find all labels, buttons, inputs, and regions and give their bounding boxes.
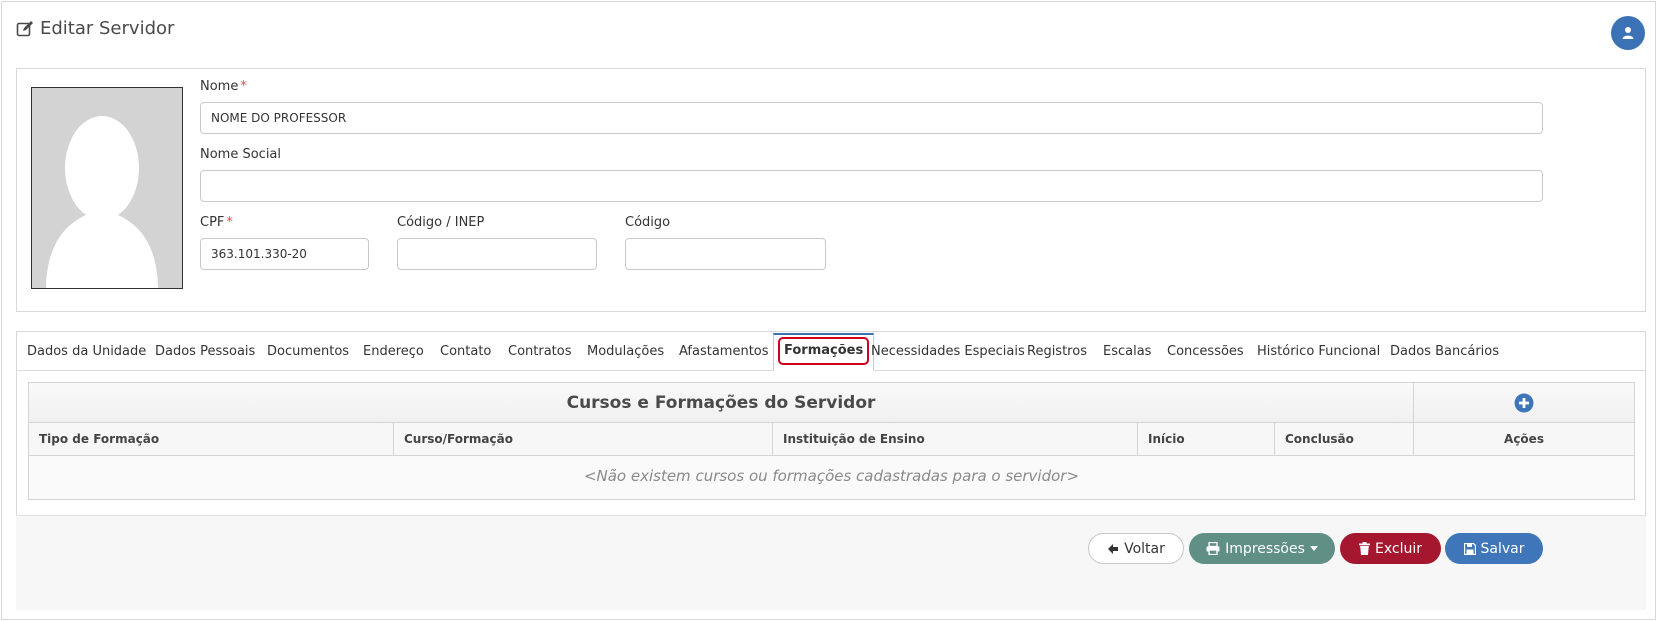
salvar-button-label: Salvar [1480, 540, 1525, 557]
servidor-photo[interactable] [31, 87, 183, 289]
arrow-left-icon [1108, 543, 1119, 554]
tab-dados-bancarios[interactable]: Dados Bancários [1390, 332, 1499, 371]
tab-formacoes-label: Formações [778, 337, 870, 365]
tab-contato[interactable]: Contato [440, 332, 491, 371]
cpf-input[interactable] [200, 238, 369, 270]
user-menu-button[interactable] [1611, 16, 1645, 50]
tab-necessidades-especiais[interactable]: Necessidades Especiais [871, 332, 1025, 371]
tab-panel: Dados da Unidade Dados Pessoais Document… [16, 331, 1646, 524]
column-header-curso: Curso/Formação [394, 423, 773, 456]
tab-formacoes[interactable]: Formações [773, 333, 875, 371]
codigo-label: Código [625, 215, 671, 230]
column-header-tipo: Tipo de Formação [29, 423, 394, 456]
print-icon [1206, 542, 1220, 555]
table-title: Cursos e Formações do Servidor [29, 383, 1414, 423]
tab-modulacoes[interactable]: Modulações [587, 332, 664, 371]
empty-table-message: <Não existem cursos ou formações cadastr… [29, 456, 1634, 499]
tab-dados-pessoais[interactable]: Dados Pessoais [155, 332, 255, 371]
inep-label: Código / INEP [397, 215, 485, 230]
page-title-text: Editar Servidor [40, 18, 175, 39]
nome-social-label: Nome Social [200, 147, 282, 162]
tab-documentos[interactable]: Documentos [267, 332, 349, 371]
tab-concessoes[interactable]: Concessões [1167, 332, 1244, 371]
tab-dados-da-unidade[interactable]: Dados da Unidade [27, 332, 146, 371]
tab-escalas[interactable]: Escalas [1103, 332, 1151, 371]
salvar-button[interactable]: Salvar [1445, 533, 1543, 564]
tab-endereco[interactable]: Endereço [363, 332, 424, 371]
nome-input[interactable] [200, 102, 1543, 134]
codigo-input[interactable] [625, 238, 826, 270]
voltar-button-label: Voltar [1124, 540, 1165, 557]
excluir-button[interactable]: Excluir [1340, 533, 1441, 564]
tab-historico-funcional[interactable]: Histórico Funcional [1257, 332, 1380, 371]
nome-label: Nome * [200, 79, 247, 94]
voltar-button[interactable]: Voltar [1088, 533, 1184, 564]
avatar-placeholder-icon [46, 116, 158, 288]
nome-social-input[interactable] [200, 170, 1543, 202]
excluir-button-label: Excluir [1375, 540, 1422, 557]
impressoes-button-label: Impressões [1225, 540, 1305, 557]
tab-afastamentos[interactable]: Afastamentos [679, 332, 769, 371]
trash-icon [1359, 542, 1370, 555]
page-title: Editar Servidor [16, 18, 174, 39]
impressoes-dropdown-button[interactable]: Impressões [1189, 533, 1335, 564]
user-icon [1622, 27, 1634, 39]
footer-actions: Voltar Impressões Excluir Salvar [16, 515, 1646, 610]
column-header-inicio: Início [1138, 423, 1275, 456]
plus-circle-icon[interactable] [1514, 393, 1534, 413]
column-header-acoes: Ações [1414, 423, 1634, 456]
column-header-conclusao: Conclusão [1275, 423, 1414, 456]
tab-bar: Dados da Unidade Dados Pessoais Document… [17, 332, 1645, 371]
cpf-label: CPF * [200, 215, 233, 230]
add-formacao-cell [1414, 383, 1634, 423]
edit-icon [16, 20, 33, 36]
tab-registros[interactable]: Registros [1027, 332, 1087, 371]
caret-down-icon [1309, 546, 1318, 551]
servidor-info-panel: Nome* Nome Social CPF* Código / INEP Cód… [16, 68, 1646, 312]
tab-contratos[interactable]: Contratos [508, 332, 572, 371]
page-frame: Editar Servidor Nome* Nome Social CPF* C… [1, 1, 1656, 620]
save-icon [1463, 542, 1476, 555]
inep-input[interactable] [397, 238, 597, 270]
column-header-instituicao: Instituição de Ensino [773, 423, 1138, 456]
formacoes-table: Cursos e Formações do Servidor Tipo de F… [28, 382, 1635, 500]
